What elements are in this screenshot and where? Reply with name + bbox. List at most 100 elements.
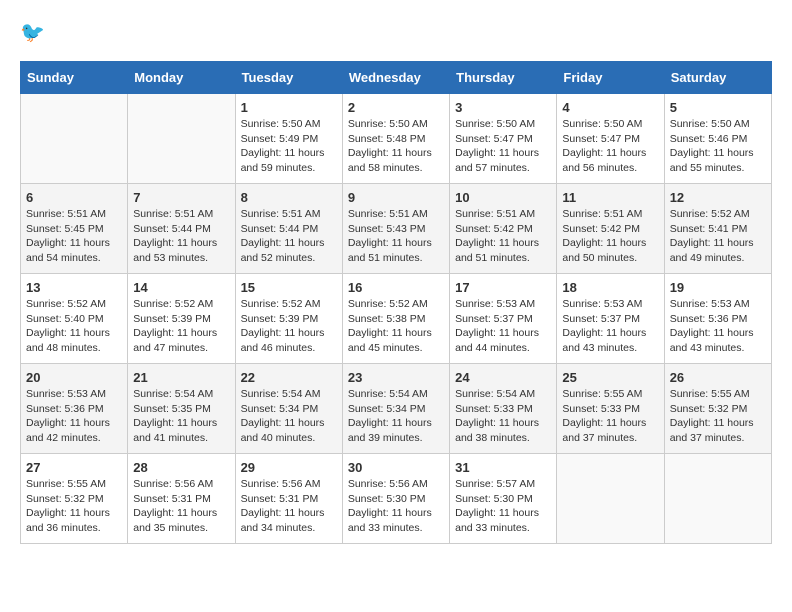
calendar-cell: 17 Sunrise: 5:53 AM Sunset: 5:37 PM Dayli… bbox=[450, 274, 557, 364]
day-number: 18 bbox=[562, 280, 658, 295]
calendar-cell: 2 Sunrise: 5:50 AM Sunset: 5:48 PM Daylig… bbox=[342, 94, 449, 184]
calendar-cell: 29 Sunrise: 5:56 AM Sunset: 5:31 PM Dayli… bbox=[235, 454, 342, 544]
weekday-header-monday: Monday bbox=[128, 62, 235, 94]
day-info: Sunrise: 5:53 AM Sunset: 5:36 PM Dayligh… bbox=[26, 387, 122, 446]
weekday-header-row: SundayMondayTuesdayWednesdayThursdayFrid… bbox=[21, 62, 772, 94]
day-info: Sunrise: 5:54 AM Sunset: 5:34 PM Dayligh… bbox=[241, 387, 337, 446]
weekday-header-tuesday: Tuesday bbox=[235, 62, 342, 94]
day-info: Sunrise: 5:50 AM Sunset: 5:48 PM Dayligh… bbox=[348, 117, 444, 176]
calendar-cell: 14 Sunrise: 5:52 AM Sunset: 5:39 PM Dayli… bbox=[128, 274, 235, 364]
calendar-cell: 9Sunrise: 5:51 AM Sunset: 5:43 PM Daylig… bbox=[342, 184, 449, 274]
day-number: 15 bbox=[241, 280, 337, 295]
calendar-week-row: 13Sunrise: 5:52 AM Sunset: 5:40 PM Dayli… bbox=[21, 274, 772, 364]
weekday-header-sunday: Sunday bbox=[21, 62, 128, 94]
day-number: 3 bbox=[455, 100, 551, 115]
day-info: Sunrise: 5:56 AM Sunset: 5:31 PM Dayligh… bbox=[133, 477, 229, 536]
day-number: 10 bbox=[455, 190, 551, 205]
day-number: 30 bbox=[348, 460, 444, 475]
day-info: Sunrise: 5:53 AM Sunset: 5:37 PM Dayligh… bbox=[455, 297, 551, 356]
day-number: 24 bbox=[455, 370, 551, 385]
day-info: Sunrise: 5:55 AM Sunset: 5:32 PM Dayligh… bbox=[26, 477, 122, 536]
calendar-cell: 25Sunrise: 5:55 AM Sunset: 5:33 PM Dayli… bbox=[557, 364, 664, 454]
calendar-cell: 16 Sunrise: 5:52 AM Sunset: 5:38 PM Dayli… bbox=[342, 274, 449, 364]
weekday-header-thursday: Thursday bbox=[450, 62, 557, 94]
calendar-cell: 24 Sunrise: 5:54 AM Sunset: 5:33 PM Dayli… bbox=[450, 364, 557, 454]
day-number: 4 bbox=[562, 100, 658, 115]
day-info: Sunrise: 5:56 AM Sunset: 5:31 PM Dayligh… bbox=[241, 477, 337, 536]
calendar-cell: 1 Sunrise: 5:50 AM Sunset: 5:49 PM Daylig… bbox=[235, 94, 342, 184]
day-info: Sunrise: 5:50 AM Sunset: 5:47 PM Dayligh… bbox=[562, 117, 658, 176]
day-number: 8 bbox=[241, 190, 337, 205]
calendar-cell: 21 Sunrise: 5:54 AM Sunset: 5:35 PM Dayli… bbox=[128, 364, 235, 454]
calendar-cell: 15 Sunrise: 5:52 AM Sunset: 5:39 PM Dayli… bbox=[235, 274, 342, 364]
day-number: 6 bbox=[26, 190, 122, 205]
calendar-cell: 31 Sunrise: 5:57 AM Sunset: 5:30 PM Dayli… bbox=[450, 454, 557, 544]
day-number: 23 bbox=[348, 370, 444, 385]
day-number: 9 bbox=[348, 190, 444, 205]
calendar-cell: 12 Sunrise: 5:52 AM Sunset: 5:41 PM Dayli… bbox=[664, 184, 771, 274]
logo-bird-icon: 🐦 bbox=[20, 20, 45, 45]
day-info: Sunrise: 5:54 AM Sunset: 5:33 PM Dayligh… bbox=[455, 387, 551, 446]
calendar-cell: 8 Sunrise: 5:51 AM Sunset: 5:44 PM Daylig… bbox=[235, 184, 342, 274]
day-info: Sunrise: 5:51 AM Sunset: 5:42 PM Dayligh… bbox=[562, 207, 658, 266]
day-number: 5 bbox=[670, 100, 766, 115]
day-number: 29 bbox=[241, 460, 337, 475]
calendar-cell bbox=[21, 94, 128, 184]
calendar-cell: 19Sunrise: 5:53 AM Sunset: 5:36 PM Dayli… bbox=[664, 274, 771, 364]
calendar-cell: 13Sunrise: 5:52 AM Sunset: 5:40 PM Dayli… bbox=[21, 274, 128, 364]
day-info: Sunrise: 5:53 AM Sunset: 5:37 PM Dayligh… bbox=[562, 297, 658, 356]
calendar-cell: 5 Sunrise: 5:50 AM Sunset: 5:46 PM Daylig… bbox=[664, 94, 771, 184]
day-info: Sunrise: 5:55 AM Sunset: 5:33 PM Dayligh… bbox=[562, 387, 658, 446]
day-info: Sunrise: 5:57 AM Sunset: 5:30 PM Dayligh… bbox=[455, 477, 551, 536]
calendar-cell: 7 Sunrise: 5:51 AM Sunset: 5:44 PM Daylig… bbox=[128, 184, 235, 274]
day-info: Sunrise: 5:51 AM Sunset: 5:45 PM Dayligh… bbox=[26, 207, 122, 266]
calendar-cell: 23Sunrise: 5:54 AM Sunset: 5:34 PM Dayli… bbox=[342, 364, 449, 454]
day-info: Sunrise: 5:56 AM Sunset: 5:30 PM Dayligh… bbox=[348, 477, 444, 536]
calendar-week-row: 6 Sunrise: 5:51 AM Sunset: 5:45 PM Daylig… bbox=[21, 184, 772, 274]
day-info: Sunrise: 5:51 AM Sunset: 5:44 PM Dayligh… bbox=[241, 207, 337, 266]
day-number: 28 bbox=[133, 460, 229, 475]
calendar-cell: 10 Sunrise: 5:51 AM Sunset: 5:42 PM Dayli… bbox=[450, 184, 557, 274]
day-info: Sunrise: 5:50 AM Sunset: 5:47 PM Dayligh… bbox=[455, 117, 551, 176]
calendar-cell: 18 Sunrise: 5:53 AM Sunset: 5:37 PM Dayli… bbox=[557, 274, 664, 364]
calendar-cell bbox=[664, 454, 771, 544]
day-number: 21 bbox=[133, 370, 229, 385]
calendar-cell: 11 Sunrise: 5:51 AM Sunset: 5:42 PM Dayli… bbox=[557, 184, 664, 274]
day-info: Sunrise: 5:55 AM Sunset: 5:32 PM Dayligh… bbox=[670, 387, 766, 446]
day-number: 11 bbox=[562, 190, 658, 205]
day-info: Sunrise: 5:51 AM Sunset: 5:42 PM Dayligh… bbox=[455, 207, 551, 266]
day-number: 16 bbox=[348, 280, 444, 295]
day-info: Sunrise: 5:51 AM Sunset: 5:44 PM Dayligh… bbox=[133, 207, 229, 266]
day-number: 14 bbox=[133, 280, 229, 295]
calendar-cell: 27Sunrise: 5:55 AM Sunset: 5:32 PM Dayli… bbox=[21, 454, 128, 544]
day-info: Sunrise: 5:52 AM Sunset: 5:39 PM Dayligh… bbox=[241, 297, 337, 356]
day-number: 1 bbox=[241, 100, 337, 115]
day-number: 17 bbox=[455, 280, 551, 295]
day-number: 2 bbox=[348, 100, 444, 115]
day-number: 22 bbox=[241, 370, 337, 385]
day-info: Sunrise: 5:52 AM Sunset: 5:41 PM Dayligh… bbox=[670, 207, 766, 266]
day-number: 7 bbox=[133, 190, 229, 205]
calendar-week-row: 1 Sunrise: 5:50 AM Sunset: 5:49 PM Daylig… bbox=[21, 94, 772, 184]
weekday-header-saturday: Saturday bbox=[664, 62, 771, 94]
day-number: 19 bbox=[670, 280, 766, 295]
calendar-cell: 3 Sunrise: 5:50 AM Sunset: 5:47 PM Daylig… bbox=[450, 94, 557, 184]
calendar-cell: 22 Sunrise: 5:54 AM Sunset: 5:34 PM Dayli… bbox=[235, 364, 342, 454]
calendar-cell: 30 Sunrise: 5:56 AM Sunset: 5:30 PM Dayli… bbox=[342, 454, 449, 544]
calendar-week-row: 20Sunrise: 5:53 AM Sunset: 5:36 PM Dayli… bbox=[21, 364, 772, 454]
logo: 🐦 bbox=[20, 20, 49, 45]
day-info: Sunrise: 5:52 AM Sunset: 5:39 PM Dayligh… bbox=[133, 297, 229, 356]
weekday-header-friday: Friday bbox=[557, 62, 664, 94]
calendar-cell: 20Sunrise: 5:53 AM Sunset: 5:36 PM Dayli… bbox=[21, 364, 128, 454]
day-info: Sunrise: 5:52 AM Sunset: 5:38 PM Dayligh… bbox=[348, 297, 444, 356]
day-number: 13 bbox=[26, 280, 122, 295]
calendar-cell: 6 Sunrise: 5:51 AM Sunset: 5:45 PM Daylig… bbox=[21, 184, 128, 274]
day-info: Sunrise: 5:54 AM Sunset: 5:35 PM Dayligh… bbox=[133, 387, 229, 446]
day-info: Sunrise: 5:50 AM Sunset: 5:49 PM Dayligh… bbox=[241, 117, 337, 176]
calendar-week-row: 27Sunrise: 5:55 AM Sunset: 5:32 PM Dayli… bbox=[21, 454, 772, 544]
calendar-cell bbox=[557, 454, 664, 544]
calendar-cell bbox=[128, 94, 235, 184]
day-info: Sunrise: 5:50 AM Sunset: 5:46 PM Dayligh… bbox=[670, 117, 766, 176]
day-number: 31 bbox=[455, 460, 551, 475]
day-number: 12 bbox=[670, 190, 766, 205]
